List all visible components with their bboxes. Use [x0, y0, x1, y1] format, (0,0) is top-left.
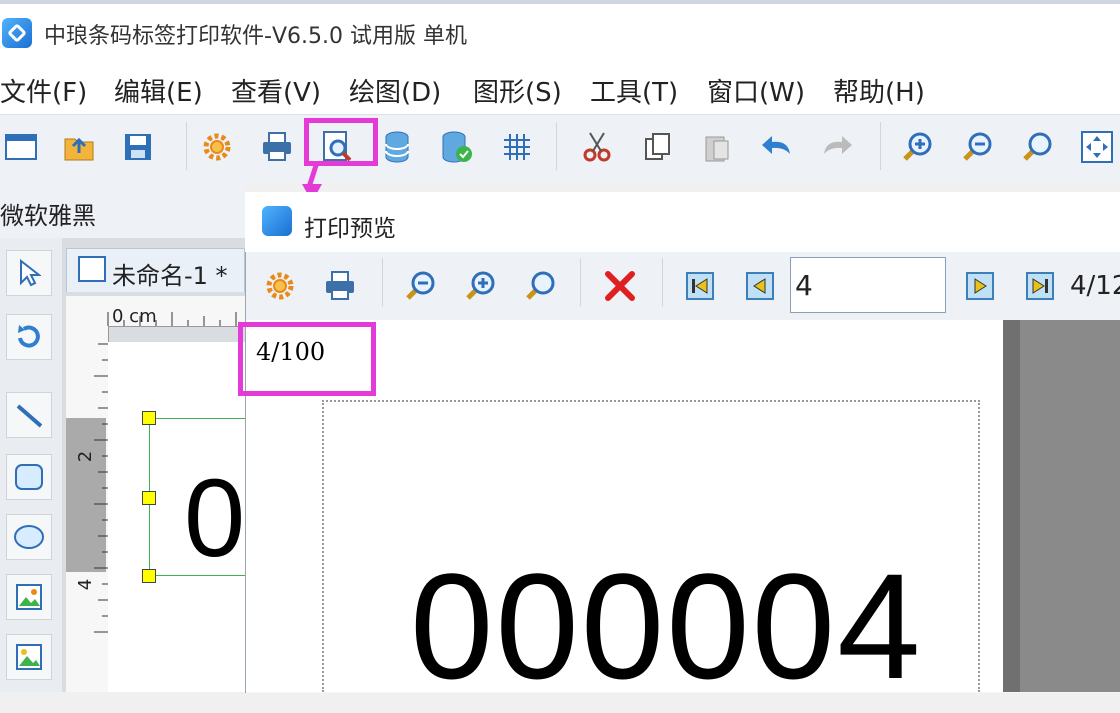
- line-tool-icon[interactable]: [6, 392, 52, 438]
- paste-icon[interactable]: [696, 126, 738, 168]
- cut-icon[interactable]: [576, 126, 618, 168]
- zoom-in-icon[interactable]: [896, 126, 938, 168]
- close-preview-icon[interactable]: [598, 264, 642, 308]
- open-icon[interactable]: [58, 126, 100, 168]
- menu-shape[interactable]: 图形(S): [473, 72, 562, 109]
- first-page-icon[interactable]: [678, 264, 722, 308]
- resize-handle[interactable]: [142, 491, 156, 505]
- page-counter: 4/100: [256, 338, 326, 366]
- resize-handle[interactable]: [142, 411, 156, 425]
- document-tab-icon: [78, 256, 106, 282]
- menu-file[interactable]: 文件(F): [0, 72, 87, 109]
- last-page-icon[interactable]: [1018, 264, 1062, 308]
- copy-icon[interactable]: [636, 126, 678, 168]
- menu-view[interactable]: 查看(V): [231, 72, 321, 109]
- image-tool-icon[interactable]: [6, 574, 52, 620]
- preview-zoom-fit-icon[interactable]: [518, 264, 562, 308]
- picture-tool-icon[interactable]: [6, 634, 52, 680]
- preview-outer-background: [1020, 320, 1120, 692]
- preview-settings-gear-icon[interactable]: [258, 264, 302, 308]
- main-toolbar: [0, 114, 1120, 183]
- rotate-icon[interactable]: [6, 314, 52, 360]
- undo-icon[interactable]: [756, 126, 798, 168]
- preview-button-highlight: [304, 118, 378, 166]
- next-page-icon[interactable]: [958, 264, 1002, 308]
- toolbar-separator: [186, 122, 187, 170]
- new-icon[interactable]: [0, 126, 42, 168]
- settings-gear-icon[interactable]: [196, 126, 238, 168]
- menu-draw[interactable]: 绘图(D): [349, 72, 441, 109]
- preview-zoom-in-icon[interactable]: [458, 264, 502, 308]
- preview-zoom-out-icon[interactable]: [398, 264, 442, 308]
- document-tab-title: 未命名-1 *: [112, 262, 228, 290]
- app-logo-icon: [2, 18, 32, 48]
- resize-handle[interactable]: [142, 569, 156, 583]
- ruler-ticks-vertical: [94, 343, 108, 633]
- prev-page-icon[interactable]: [738, 264, 782, 308]
- menu-help[interactable]: 帮助(H): [833, 72, 925, 109]
- zoom-out-icon[interactable]: [956, 126, 998, 168]
- redo-icon[interactable]: [816, 126, 858, 168]
- preview-toolbar-separator: [580, 258, 581, 306]
- database-icon[interactable]: [376, 126, 418, 168]
- select-arrow-icon[interactable]: [6, 250, 52, 296]
- grid-icon[interactable]: [496, 126, 538, 168]
- menu-window[interactable]: 窗口(W): [707, 72, 805, 109]
- preview-toolbar-separator: [662, 258, 663, 306]
- ruler-mark-4: 4: [75, 578, 97, 591]
- ruler-mark-2: 2: [75, 450, 97, 463]
- zoom-fit-icon[interactable]: [1016, 126, 1058, 168]
- window-title: 中琅条码标签打印软件-V6.5.0 试用版 单机: [44, 24, 467, 49]
- toolbar-separator: [556, 122, 557, 170]
- database-connect-icon[interactable]: [436, 126, 478, 168]
- font-name-field[interactable]: 微软雅黑: [0, 196, 96, 231]
- ruler-ticks-horizontal: [107, 312, 237, 326]
- preview-toolbar-separator: [382, 258, 383, 306]
- page-total: 4/12: [1070, 271, 1120, 301]
- preview-print-icon[interactable]: [318, 264, 362, 308]
- dialog-app-icon: [262, 206, 292, 236]
- serial-number-text: 000004: [410, 542, 923, 710]
- ellipse-tool-icon[interactable]: [6, 514, 52, 560]
- dialog-title: 打印预览: [304, 216, 396, 242]
- fit-page-icon[interactable]: [1076, 126, 1118, 168]
- rounded-rect-tool-icon[interactable]: [6, 454, 52, 500]
- toolbar-separator: [880, 122, 881, 170]
- save-icon[interactable]: [117, 126, 159, 168]
- print-icon[interactable]: [256, 126, 298, 168]
- top-strip: [0, 0, 1120, 4]
- label-text-object[interactable]: 0: [184, 464, 245, 574]
- page-number-input[interactable]: [790, 257, 946, 313]
- menu-tools[interactable]: 工具(T): [590, 72, 678, 109]
- menu-edit[interactable]: 编辑(E): [114, 72, 203, 109]
